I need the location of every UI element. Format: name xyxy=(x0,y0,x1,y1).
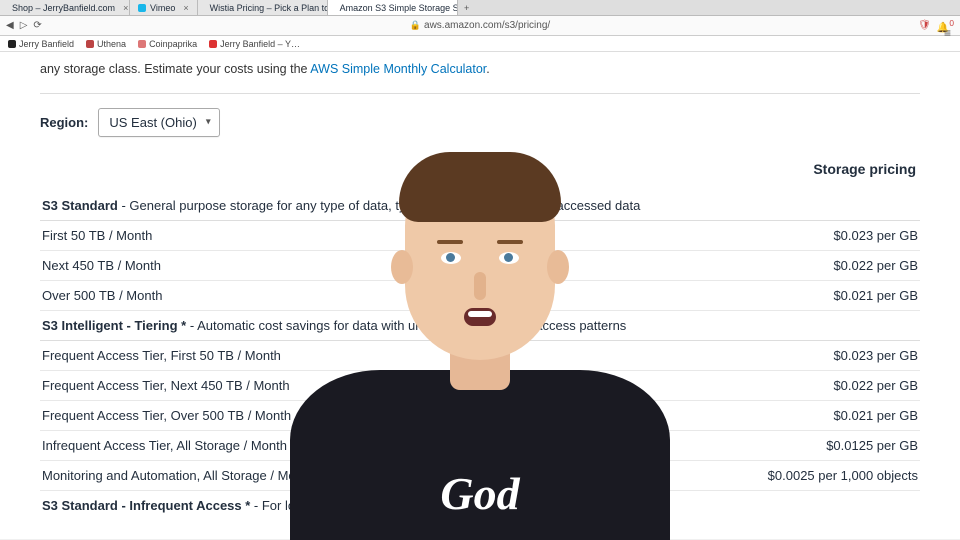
browser-tab[interactable]: Amazon S3 Simple Storage Serv× xyxy=(328,0,458,15)
price-row: Over 500 TB / Month$0.021 per GB xyxy=(40,281,920,311)
bookmark-item[interactable]: Uthena xyxy=(86,39,126,49)
price-header: Storage pricing xyxy=(40,161,920,177)
divider xyxy=(40,93,920,94)
bookmark-icon xyxy=(86,40,94,48)
price-row: Next 450 TB / Month$0.022 per GB xyxy=(40,251,920,281)
tab-title: Vimeo xyxy=(150,3,175,13)
price-row: Frequent Access Tier, Next 450 TB / Mont… xyxy=(40,371,920,401)
url-text: aws.amazon.com/s3/pricing/ xyxy=(424,20,550,31)
region-value: US East (Ohio) xyxy=(109,115,196,130)
tab-title: Shop – JerryBanfield.com xyxy=(12,3,115,13)
new-tab-button[interactable]: + xyxy=(458,0,476,15)
price-row: Infrequent Access Tier, All Storage / Mo… xyxy=(40,431,920,461)
price-row: First 50 TB / Month$0.023 per GB xyxy=(40,221,920,251)
forward-button[interactable]: ▷ xyxy=(20,20,28,31)
bookmark-item[interactable]: Jerry Banfield – Y… xyxy=(209,39,300,49)
back-button[interactable]: ◀ xyxy=(6,20,14,31)
price-row: Monitoring and Automation, All Storage /… xyxy=(40,461,920,491)
bookmark-icon xyxy=(8,40,16,48)
tab-title: Amazon S3 Simple Storage Serv xyxy=(340,3,458,13)
bookmark-item[interactable]: Coinpaprika xyxy=(138,39,197,49)
address-bar[interactable]: 🔒 aws.amazon.com/s3/pricing/ xyxy=(410,20,550,31)
section-header: S3 Intelligent - Tiering * - Automatic c… xyxy=(40,311,920,341)
browser-tab[interactable]: Wistia Pricing – Pick a Plan to G× xyxy=(198,0,328,15)
section-header: S3 Standard - General purpose storage fo… xyxy=(40,191,920,221)
bookmarks-bar: Jerry Banfield Uthena Coinpaprika Jerry … xyxy=(0,36,960,52)
bookmark-icon xyxy=(209,40,217,48)
favicon-icon xyxy=(138,4,146,12)
browser-tab-bar: Shop – JerryBanfield.com × Vimeo × Wistia … xyxy=(0,0,960,16)
page-content: any storage class. Estimate your costs u… xyxy=(0,52,960,539)
tab-title: Wistia Pricing – Pick a Plan to G xyxy=(210,3,328,13)
browser-tab[interactable]: Shop – JerryBanfield.com × xyxy=(0,0,130,15)
bookmark-icon xyxy=(138,40,146,48)
price-row: Frequent Access Tier, First 50 TB / Mont… xyxy=(40,341,920,371)
browser-tab[interactable]: Vimeo × xyxy=(130,0,198,15)
intro-text: any storage class. Estimate your costs u… xyxy=(40,60,920,79)
calculator-link[interactable]: AWS Simple Monthly Calculator xyxy=(310,62,486,76)
price-row: Frequent Access Tier, Over 500 TB / Mont… xyxy=(40,401,920,431)
bookmark-item[interactable]: Jerry Banfield xyxy=(8,39,74,49)
lock-icon: 🔒 xyxy=(410,20,421,31)
close-icon[interactable]: × xyxy=(183,3,188,13)
chevron-down-icon: ▾ xyxy=(206,117,211,128)
close-icon[interactable]: × xyxy=(123,3,128,13)
region-label: Region: xyxy=(40,115,88,130)
browser-nav-bar: ◀ ▷ ⟳ 🔒 aws.amazon.com/s3/pricing/ 🛡 🔔0 … xyxy=(0,16,960,36)
shield-icon[interactable]: 🛡 xyxy=(918,20,931,31)
reload-button[interactable]: ⟳ xyxy=(33,20,41,31)
region-select[interactable]: US East (Ohio) ▾ xyxy=(98,108,219,137)
menu-button[interactable]: ≡ xyxy=(944,26,952,40)
section-header: S3 Standard - Infrequent Access * - For … xyxy=(40,491,920,520)
region-row: Region: US East (Ohio) ▾ xyxy=(40,108,920,137)
